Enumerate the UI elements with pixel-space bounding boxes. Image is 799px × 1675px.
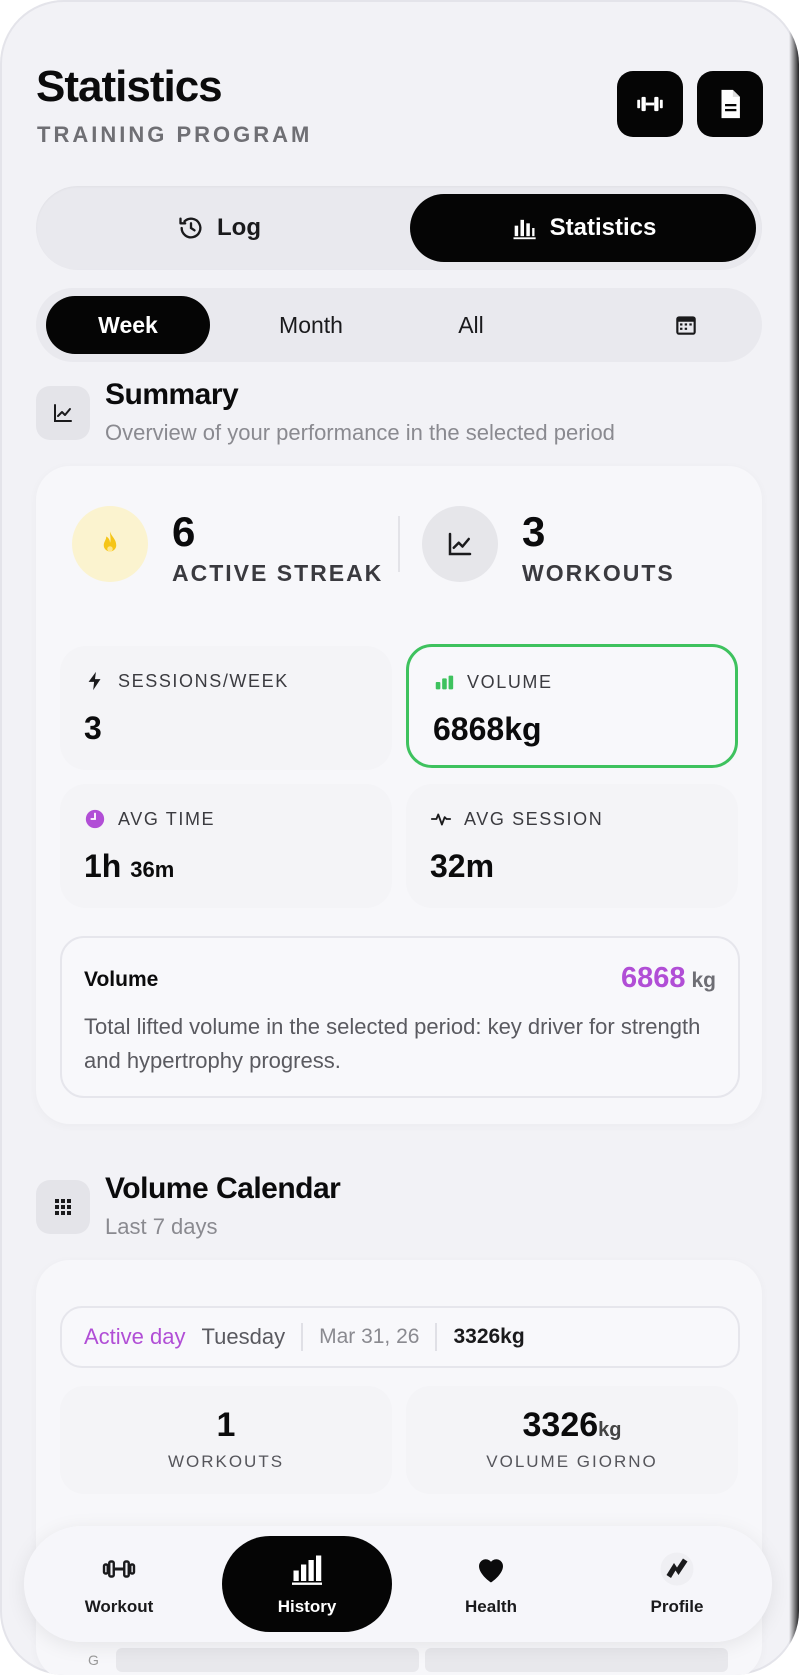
volume-info-title: Volume	[84, 968, 159, 991]
lightning-icon	[88, 671, 101, 691]
tab-health-label: Health	[465, 1597, 517, 1616]
avg-time-label-text: AVG TIME	[118, 808, 216, 829]
tab-profile-label: Profile	[650, 1597, 704, 1616]
workouts-label: WORKOUTS	[522, 560, 675, 586]
trend-chart-icon	[448, 532, 472, 556]
log-tab[interactable]: Log	[44, 194, 394, 262]
day-workouts-label: WORKOUTS	[167, 1452, 285, 1471]
day-volume-unit: kg	[598, 1419, 622, 1441]
calendar-button[interactable]	[656, 296, 716, 354]
workouts-value: 3	[522, 508, 546, 555]
summary-section-icon	[36, 386, 90, 440]
summary-card: 6 ACTIVE STREAK 3 WORKOUTS SESSIONS/WEEK…	[36, 466, 762, 1124]
avg-time-value: 1h 36m	[84, 848, 174, 885]
statistics-tab-label: Statistics	[549, 214, 657, 241]
period-tab-month[interactable]: Month	[236, 296, 386, 354]
avg-session-tile[interactable]: AVG SESSION 32m	[406, 784, 738, 908]
sessions-week-label-text: SESSIONS/WEEK	[118, 670, 289, 691]
volume-tile[interactable]: VOLUME 6868kg	[406, 644, 738, 768]
tab-workout[interactable]: Workout	[44, 1526, 194, 1642]
app-screen: Statistics TRAINING PROGRAM Log Statisti…	[0, 0, 799, 1675]
avg-time-hours: 1h	[84, 848, 122, 884]
log-tab-label: Log	[217, 214, 261, 241]
tab-history[interactable]: History	[222, 1536, 392, 1632]
volume-info-description: Total lifted volume in the selected peri…	[84, 1014, 701, 1073]
day-volume-tile: 3326kg VOLUME GIORNO	[406, 1386, 738, 1494]
avg-time-label: AVG TIME	[84, 808, 215, 830]
page-title: Statistics	[36, 62, 223, 111]
signal-bars-icon	[435, 675, 454, 690]
sessions-week-label: SESSIONS/WEEK	[84, 670, 289, 692]
dumbbell-icon	[102, 1560, 136, 1578]
avg-session-label-text: AVG SESSION	[464, 808, 604, 829]
summary-title: Summary	[105, 378, 239, 411]
volume-info-number: 6868	[620, 962, 686, 994]
statistics-tab[interactable]: Statistics	[410, 194, 756, 262]
volume-info-box: Volume 6868 kg Total lifted volume in the…	[60, 936, 740, 1098]
volume-label-text: VOLUME	[467, 671, 553, 692]
period-selector: Week Month All	[36, 288, 762, 362]
bar-chart-icon	[513, 219, 536, 240]
heart-icon	[479, 1559, 503, 1583]
streak-badge	[72, 506, 148, 582]
avg-time-tile[interactable]: AVG TIME 1h 36m	[60, 784, 392, 908]
period-tab-week[interactable]: Week	[46, 296, 210, 354]
tab-health[interactable]: Health	[416, 1526, 566, 1642]
summary-subtitle: Overview of your performance in the sele…	[105, 420, 615, 445]
avg-session-label: AVG SESSION	[430, 808, 603, 830]
volume-calendar-title: Volume Calendar	[105, 1172, 341, 1205]
avg-session-value: 32m	[430, 848, 495, 884]
day-volume-number: 3326	[522, 1406, 599, 1444]
grid-icon	[55, 1199, 71, 1215]
active-day-row[interactable]: Active day Tuesday Mar 31, 26 3326kg	[60, 1306, 740, 1368]
report-button[interactable]	[697, 71, 763, 137]
bottom-tab-bar: Workout History Health Profile	[24, 1526, 772, 1642]
volume-calendar-subtitle: Last 7 days	[105, 1214, 218, 1239]
document-icon	[721, 89, 740, 119]
pulse-icon	[430, 813, 452, 826]
tab-history-label: History	[277, 1597, 337, 1616]
avg-time-minutes: 36m	[130, 857, 175, 882]
profile-logo-icon	[660, 1552, 694, 1586]
bar-chart-icon	[292, 1555, 322, 1585]
tab-profile[interactable]: Profile	[602, 1526, 752, 1642]
flame-icon	[103, 531, 117, 552]
period-tab-all[interactable]: All	[416, 296, 526, 354]
divider	[435, 1323, 438, 1351]
streak-value: 6	[172, 508, 196, 555]
tab-workout-label: Workout	[84, 1597, 154, 1616]
day-volume-label: VOLUME GIORNO	[486, 1452, 658, 1471]
sessions-week-tile[interactable]: SESSIONS/WEEK 3	[60, 646, 392, 770]
exercises-button[interactable]	[617, 71, 683, 137]
calendar-icon	[676, 316, 696, 335]
volume-label: VOLUME	[433, 671, 553, 693]
sessions-week-value: 3	[84, 710, 102, 746]
dumbbell-icon	[637, 96, 663, 112]
workouts-badge	[422, 506, 498, 582]
page-subtitle: TRAINING PROGRAM	[37, 122, 313, 147]
divider	[398, 516, 400, 572]
streak-label: ACTIVE STREAK	[172, 560, 384, 586]
volume-value: 6868kg	[433, 711, 542, 747]
strip-bar	[425, 1648, 728, 1672]
active-day-name: Tuesday	[201, 1324, 286, 1349]
day-workouts-tile: 1 WORKOUTS	[60, 1386, 392, 1494]
trend-chart-icon	[54, 404, 72, 422]
active-day-date: Mar 31, 26	[319, 1325, 420, 1348]
strip-label: G	[88, 1652, 99, 1668]
active-day-volume: 3326kg	[453, 1325, 525, 1348]
clock-icon	[85, 809, 105, 829]
volume-info-unit: kg	[691, 969, 716, 992]
calendar-strip: G	[88, 1646, 728, 1674]
history-icon	[179, 217, 202, 239]
volume-calendar-section-icon	[36, 1180, 90, 1234]
view-toggle: Log Statistics	[36, 186, 762, 270]
day-volume-value: 3326kg	[406, 1406, 738, 1445]
divider	[301, 1323, 304, 1351]
day-workouts-value: 1	[216, 1406, 236, 1444]
volume-info-value: 6868 kg	[621, 962, 716, 995]
strip-bar	[116, 1648, 419, 1672]
active-day-label: Active day	[84, 1324, 186, 1349]
